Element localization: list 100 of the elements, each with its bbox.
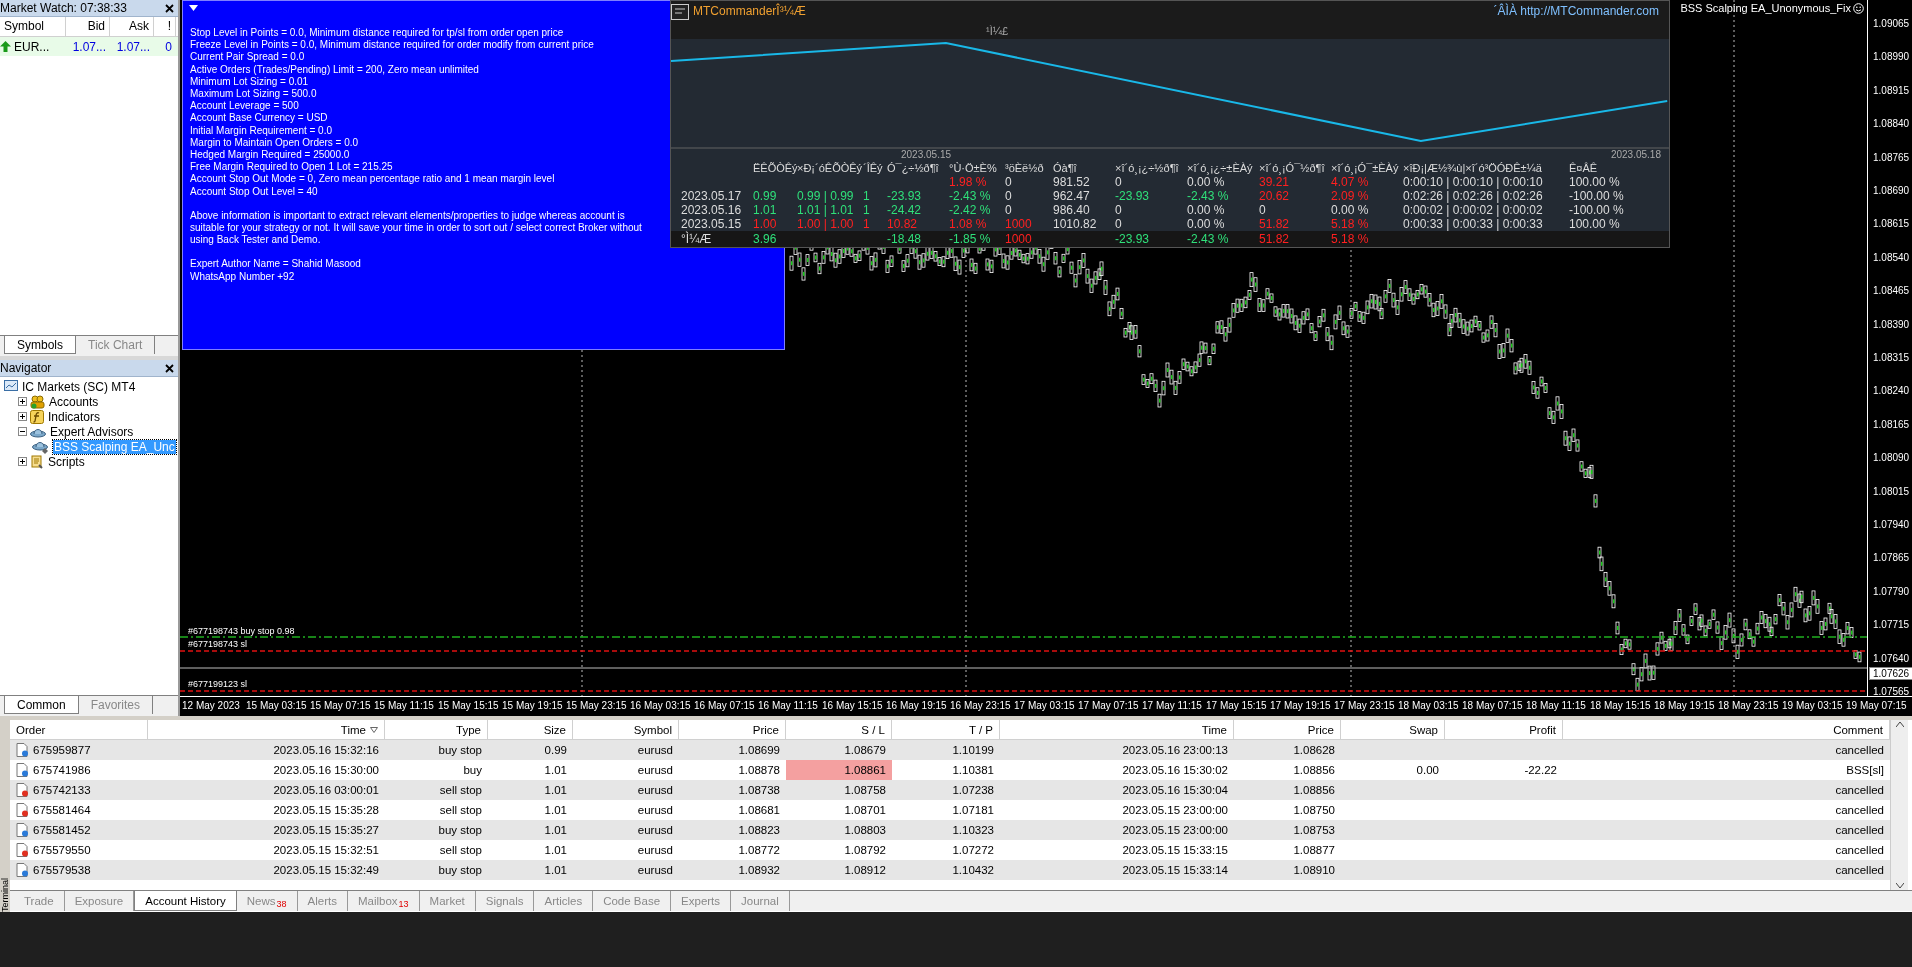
order-icon: [16, 763, 29, 777]
table-cell: 0:00:02 | 0:00:02 | 0:00:02: [1403, 203, 1543, 217]
table-cell: -2.42 %: [949, 203, 991, 217]
table-row[interactable]: 675579538 2023.05.15 15:32:49 buy stop 1.01 eurusd 1.08932 1.08912 1.10432 2023.05.15 15:33:14 1.08910 cancelled: [10, 860, 1890, 880]
website-link[interactable]: ´ÂÌÀ http://MTCommander.com: [1493, 4, 1659, 18]
chart-caption: ¹Ì¼£: [986, 25, 1008, 37]
column-header[interactable]: Swap: [1341, 720, 1445, 740]
window-icon[interactable]: [671, 4, 689, 20]
time-label: 18 May 11:15: [1525, 699, 1587, 713]
expand-icon[interactable]: [18, 397, 27, 406]
info-line: Maximum Lot Sizing = 500.0: [190, 88, 317, 101]
column-header: ³öÈë½ð: [1005, 161, 1045, 175]
table-cell-text: 1.10199: [951, 743, 995, 758]
people-icon: [30, 394, 45, 409]
column-header[interactable]: Type: [385, 720, 488, 740]
order-icon: [16, 803, 29, 817]
table-cell-text: 1.08803: [843, 823, 887, 838]
table-row[interactable]: 675742133 2023.05.16 03:00:01 sell stop 1.01 eurusd 1.08738 1.08758 1.07238 2023.05.16 15:30:04 1.08856 cancelled: [10, 780, 1890, 800]
collapse-icon[interactable]: [18, 427, 27, 436]
entry-order-line[interactable]: [180, 636, 1867, 638]
column-header[interactable]: Ask: [110, 17, 154, 36]
info-notice: Above information is important to extract relevant elements/properties to judge whereas account is suitable for your strategy or not. It will save your time in order to sort out / select correct Broker without using Back Tester and Demo.: [190, 209, 643, 247]
expand-icon[interactable]: [18, 457, 27, 466]
price-label: 1.08240: [1873, 385, 1910, 397]
price-label: 1.07640: [1873, 652, 1910, 664]
table-row[interactable]: 675581464 2023.05.15 15:35:28 sell stop 1.01 eurusd 1.08681 1.08701 1.07181 2023.05.15 23:00:00 1.08750 cancelled: [10, 800, 1890, 820]
table-cell: -23.93: [1115, 231, 1150, 247]
column-header[interactable]: Profit: [1445, 720, 1563, 740]
column-header[interactable]: Symbol: [0, 17, 66, 36]
price-label: 1.08315: [1873, 352, 1910, 363]
column-header[interactable]: Bid: [66, 17, 110, 36]
scroll-down-icon[interactable]: [1895, 883, 1904, 888]
table-cell: -2.43 %: [1187, 189, 1229, 203]
table-cell: -24.42: [887, 203, 922, 217]
table-cell: 5.18 %: [1331, 231, 1369, 247]
tree-item[interactable]: Accounts: [48, 394, 100, 409]
table-cell-text: 1.01: [543, 783, 568, 798]
table-cell-text: 1.08679: [843, 743, 887, 758]
scroll-up-icon[interactable]: [1895, 722, 1904, 727]
table-row[interactable]: 675959877 2023.05.16 15:32:16 buy stop 0.99 eurusd 1.08699 1.08679 1.10199 2023.05.16 23:00:13 1.08628 cancelled: [10, 740, 1890, 760]
table-cell-text: 2023.05.15 23:00:00: [1121, 823, 1229, 838]
order-icon: [16, 743, 29, 757]
panel-tab[interactable]: Common: [4, 696, 79, 714]
table-cell: 0: [1115, 217, 1122, 231]
quote-row[interactable]: EUR... 1.07... 1.07... 0: [0, 37, 178, 56]
table-cell-text: cancelled: [1834, 803, 1885, 818]
tree-item[interactable]: Expert Advisors: [49, 424, 135, 439]
table-cell-text: 1.08792: [843, 843, 887, 858]
column-header[interactable]: T / P: [892, 720, 1000, 740]
table-cell: 100.00 %: [1569, 217, 1620, 231]
column-header: ×î´ó¸¡¿÷½ð¶î: [1115, 161, 1180, 175]
table-cell: 0:00:33 | 0:00:33 | 0:00:33: [1403, 217, 1543, 231]
table-cell-text: 1.08856: [1292, 783, 1336, 798]
tab[interactable]: Account History: [134, 891, 237, 911]
table-cell: -23.93: [1115, 189, 1150, 203]
order-icon: [16, 823, 29, 837]
stop-loss-line[interactable]: [180, 690, 1867, 692]
panel-tab[interactable]: Symbols: [4, 336, 76, 354]
table-cell: 2023.05.16: [681, 203, 742, 217]
price-label: 1.07865: [1873, 552, 1910, 564]
table-cell: -100.00 %: [1569, 203, 1624, 217]
stop-loss-line[interactable]: [180, 650, 1867, 652]
time-label: 18 May 23:15: [1717, 699, 1780, 713]
scrollbar[interactable]: [1890, 720, 1908, 890]
time-label: 19 May 07:15: [1845, 699, 1908, 713]
caret-icon[interactable]: [189, 5, 198, 11]
time-label: 15 May 11:15: [373, 699, 435, 713]
column-header[interactable]: Comment: [1563, 720, 1890, 740]
table-row[interactable]: 675581452 2023.05.15 15:35:27 buy stop 1.01 eurusd 1.08823 1.08803 1.10323 2023.05.15 23:00:00 1.08753 cancelled: [10, 820, 1890, 840]
order-label: #677198743 buy stop 0.98: [188, 626, 295, 636]
column-header[interactable]: !: [154, 17, 176, 36]
price-label: 1.08765: [1873, 151, 1910, 163]
column-header[interactable]: S / L: [786, 720, 892, 740]
tree-item[interactable]: IC Markets (SC) MT4: [21, 379, 137, 394]
info-line: Expert Author Name = Shahid Masood: [190, 258, 361, 271]
column-header[interactable]: Time: [148, 720, 385, 740]
monitor-icon: [4, 380, 18, 393]
expand-icon[interactable]: [18, 412, 27, 421]
column-header[interactable]: Time: [1000, 720, 1234, 740]
table-row[interactable]: 675741986 2023.05.16 15:30:00 buy 1.01 eurusd 1.08878 1.08861 1.10381 2023.05.16 15:30:02 1.08856 0.00 -22.22 BSS[sl]: [10, 760, 1890, 780]
smiley-icon[interactable]: [1853, 2, 1864, 14]
table-cell-text: -22.22: [1523, 763, 1558, 778]
price-label: 1.07715: [1873, 619, 1910, 631]
table-cell-text: 2023.05.15 15:33:15: [1121, 843, 1229, 858]
table-cell: 0.00 %: [1187, 203, 1225, 217]
table-row[interactable]: 675579550 2023.05.15 15:32:51 sell stop 1.01 eurusd 1.08772 1.08792 1.07272 2023.05.15 15:33:15 1.08877 cancelled: [10, 840, 1890, 860]
tree-item[interactable]: Scripts: [47, 454, 86, 469]
column-header[interactable]: Size: [488, 720, 573, 740]
table-cell: 0.99 | 0.99: [797, 189, 854, 203]
column-header[interactable]: Symbol: [573, 720, 679, 740]
tree-item[interactable]: Indicators: [47, 409, 102, 424]
expert-name: BSS Scalping EA_Unonymous_Fix: [1680, 2, 1851, 14]
table-cell-text: 1.08932: [737, 863, 781, 878]
table-cell: 1.98 %: [949, 175, 987, 189]
table-cell: 1: [863, 189, 870, 203]
column-header[interactable]: Order: [10, 720, 148, 740]
column-header[interactable]: Price: [679, 720, 786, 740]
table-cell: 675581464: [33, 804, 91, 816]
column-header[interactable]: Price: [1234, 720, 1341, 740]
current-price-label: 1.07626: [1869, 667, 1912, 680]
